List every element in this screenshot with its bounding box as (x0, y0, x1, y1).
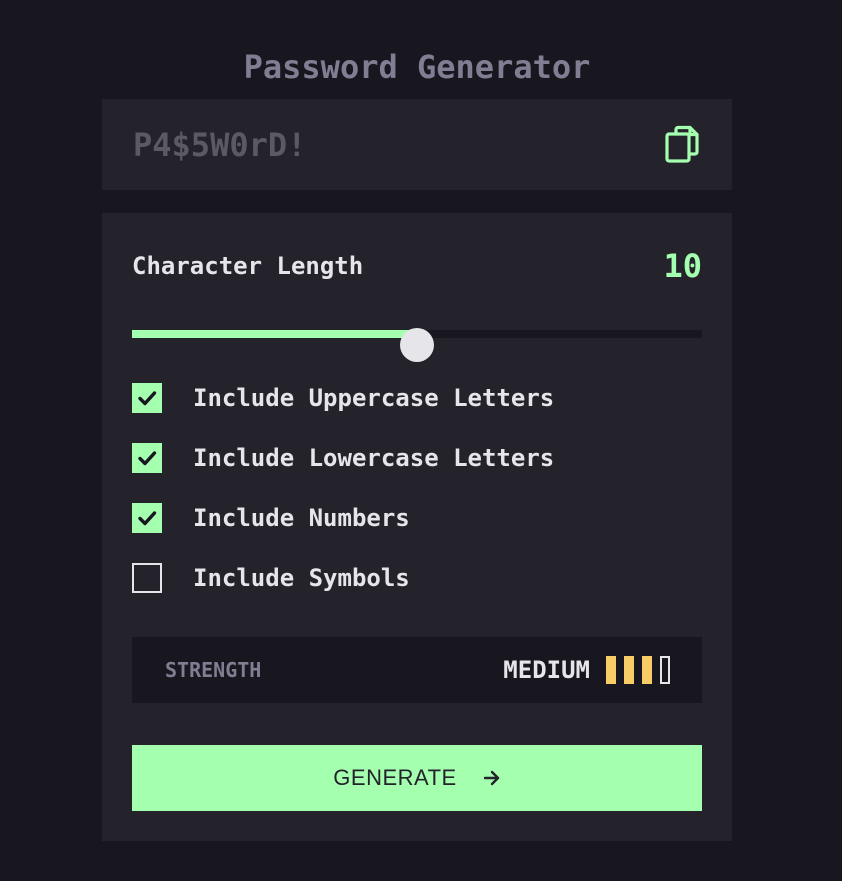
length-slider[interactable] (132, 319, 702, 362)
strength-bar (660, 656, 670, 684)
strength-panel: STRENGTH MEDIUM (132, 637, 702, 703)
strength-indicator: MEDIUM (503, 655, 670, 685)
check-icon (138, 511, 157, 526)
option-label: Include Symbols (193, 564, 410, 592)
option-uppercase[interactable]: Include Uppercase Letters (132, 383, 554, 413)
strength-bar (642, 656, 652, 684)
option-label: Include Uppercase Letters (193, 384, 555, 412)
slider-thumb[interactable] (400, 328, 434, 362)
strength-value: MEDIUM (503, 656, 590, 684)
lowercase-checkbox[interactable] (132, 443, 162, 473)
password-display: P4$5W0rD! (102, 99, 732, 190)
symbols-checkbox[interactable] (132, 563, 162, 593)
uppercase-checkbox[interactable] (132, 383, 162, 413)
length-value: 10 (663, 247, 702, 285)
numbers-checkbox[interactable] (132, 503, 162, 533)
check-icon (138, 451, 157, 466)
strength-bar (624, 656, 634, 684)
arrow-right-icon (483, 770, 499, 786)
generate-label: GENERATE (333, 765, 457, 790)
page-title: Password Generator (243, 48, 591, 87)
copy-icon (665, 125, 699, 163)
strength-label: STRENGTH (165, 658, 262, 682)
generate-button[interactable]: GENERATE (132, 745, 702, 811)
option-numbers[interactable]: Include Numbers (132, 503, 410, 533)
check-icon (138, 391, 157, 406)
option-lowercase[interactable]: Include Lowercase Letters (132, 443, 554, 473)
option-symbols[interactable]: Include Symbols (132, 563, 410, 593)
option-label: Include Numbers (193, 504, 410, 532)
copy-button[interactable] (664, 125, 700, 163)
slider-fill (132, 330, 417, 338)
password-placeholder[interactable]: P4$5W0rD! (133, 124, 306, 166)
length-label: Character Length (132, 252, 364, 280)
strength-bar (606, 656, 616, 684)
option-label: Include Lowercase Letters (193, 444, 555, 472)
settings-card: Character Length 10 Include Uppercase Le… (102, 213, 732, 841)
strength-bars (606, 656, 670, 684)
slider-track[interactable] (132, 328, 702, 362)
